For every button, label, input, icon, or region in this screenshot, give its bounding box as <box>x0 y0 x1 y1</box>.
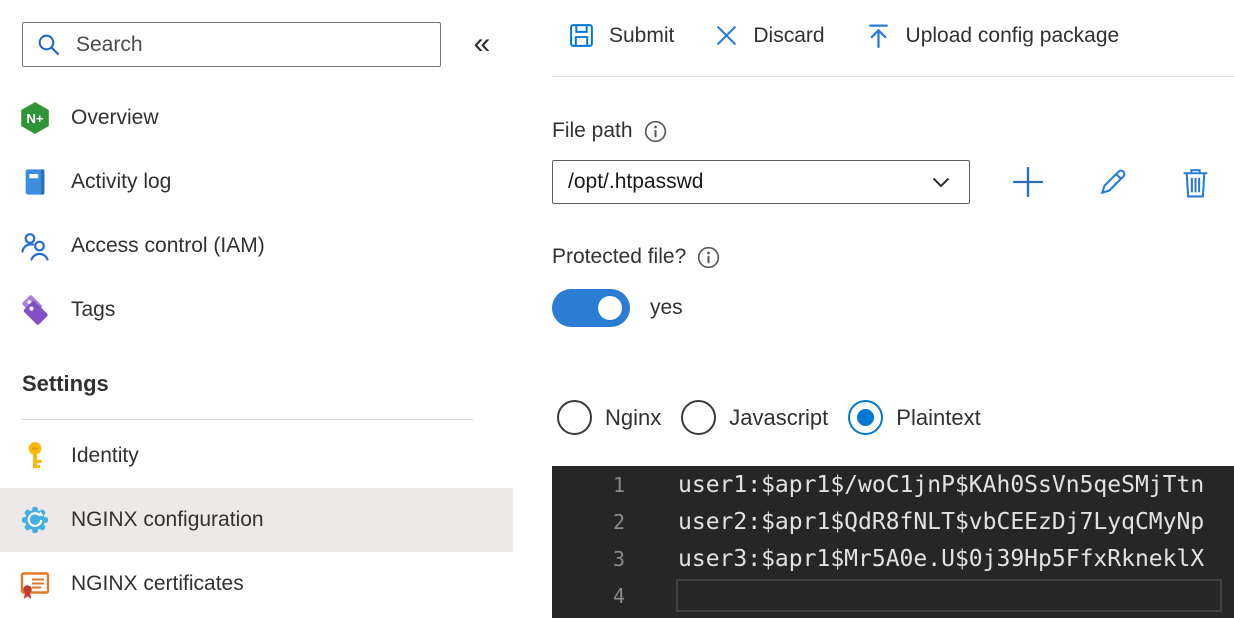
sidebar: « N+ Overview Activity log <box>0 0 513 618</box>
editor-line: 3 user3:$apr1$Mr5A0e.U$0j39Hp5FfxRkneklX <box>552 540 1234 577</box>
radio-javascript[interactable]: Javascript <box>681 400 828 435</box>
add-file-button[interactable] <box>1010 164 1046 200</box>
file-path-value: /opt/.htpasswd <box>568 170 704 193</box>
sidebar-section-settings: Settings <box>22 371 109 396</box>
line-number: 2 <box>612 509 625 534</box>
radio-circle-selected-icon <box>848 400 884 435</box>
sidebar-item-activity-log[interactable]: Activity log <box>0 150 513 214</box>
protected-file-toggle[interactable] <box>552 289 630 327</box>
radio-label: Javascript <box>729 404 829 430</box>
sidebar-item-nginx-configuration[interactable]: NGINX configuration <box>0 488 513 552</box>
syntax-radio-group: Nginx Javascript Plaintext <box>557 400 981 435</box>
sidebar-item-overview[interactable]: N+ Overview <box>0 86 513 150</box>
certificate-icon <box>18 567 52 601</box>
nginx-plus-icon: N+ <box>18 101 52 135</box>
sidebar-item-tags[interactable]: Tags <box>0 278 513 342</box>
sidebar-item-label: NGINX certificates <box>71 572 244 595</box>
search-icon <box>36 32 61 57</box>
chevron-down-icon <box>929 170 953 194</box>
collapse-sidebar-button[interactable]: « <box>464 24 500 64</box>
upload-config-package-button[interactable]: Upload config package <box>865 22 1120 49</box>
file-actions <box>1010 164 1211 200</box>
discard-label: Discard <box>753 23 825 47</box>
current-line-highlight <box>676 579 1222 612</box>
sidebar-item-access-control[interactable]: Access control (IAM) <box>0 214 513 278</box>
line-content[interactable]: user2:$apr1$QdR8fNLT$vbCEEzDj7LyqCMyNp <box>678 509 1204 535</box>
file-path-combobox[interactable]: /opt/.htpasswd <box>552 160 970 204</box>
sidebar-item-label: Activity log <box>71 170 172 193</box>
file-path-label-row: File path <box>552 119 667 143</box>
svg-text:N+: N+ <box>26 111 44 126</box>
discard-button[interactable]: Discard <box>714 23 825 48</box>
toolbar-divider <box>552 76 1234 77</box>
search-box[interactable] <box>22 22 441 67</box>
editor-line: 1 user1:$apr1$/woC1jnP$KAh0SsVn5qeSMjTtn <box>552 466 1234 503</box>
radio-circle-icon <box>557 400 592 435</box>
sidebar-item-nginx-certificates[interactable]: NGINX certificates <box>0 552 513 616</box>
submit-button[interactable]: Submit <box>568 22 674 49</box>
sidebar-item-label: Overview <box>71 106 159 129</box>
delete-file-button[interactable] <box>1180 166 1211 199</box>
sidebar-search-row <box>22 22 441 67</box>
line-content[interactable]: user3:$apr1$Mr5A0e.U$0j39Hp5FfxRkneklX <box>678 546 1204 572</box>
activity-log-icon <box>18 165 52 199</box>
file-path-label: File path <box>552 119 633 142</box>
edit-file-button[interactable] <box>1096 165 1130 199</box>
code-editor[interactable]: 1 user1:$apr1$/woC1jnP$KAh0SsVn5qeSMjTtn… <box>552 466 1234 618</box>
sidebar-item-label: NGINX configuration <box>71 508 264 531</box>
line-number: 1 <box>612 472 625 497</box>
line-number: 3 <box>612 546 625 571</box>
editor-line: 2 user2:$apr1$QdR8fNLT$vbCEEzDj7LyqCMyNp <box>552 503 1234 540</box>
toggle-knob <box>598 296 622 320</box>
info-icon[interactable] <box>644 120 667 143</box>
command-bar: Submit Discard Upload config package <box>568 22 1119 49</box>
sidebar-divider <box>22 419 473 420</box>
save-icon <box>568 22 595 49</box>
access-control-icon <box>18 229 52 263</box>
sidebar-item-label: Identity <box>71 444 139 467</box>
nginx-configuration-panel: Submit Discard Upload config package Fil… <box>552 0 1234 618</box>
line-number: 4 <box>612 583 625 608</box>
radio-label: Nginx <box>605 404 662 430</box>
radio-plaintext[interactable]: Plaintext <box>848 400 981 435</box>
sidebar-item-identity[interactable]: Identity <box>0 424 513 488</box>
tags-icon <box>18 293 52 327</box>
key-icon <box>18 439 52 473</box>
info-icon[interactable] <box>697 246 720 269</box>
dismiss-icon <box>714 23 739 48</box>
line-content[interactable]: user1:$apr1$/woC1jnP$KAh0SsVn5qeSMjTtn <box>678 472 1204 498</box>
upload-label: Upload config package <box>905 23 1120 47</box>
sidebar-item-label: Access control (IAM) <box>71 234 265 257</box>
search-input[interactable] <box>74 31 430 58</box>
radio-nginx[interactable]: Nginx <box>557 400 661 435</box>
protected-file-label-row: Protected file? <box>552 245 720 269</box>
upload-icon <box>865 22 892 49</box>
gear-icon <box>18 503 52 537</box>
file-path-row: /opt/.htpasswd <box>552 160 1211 204</box>
protected-file-label: Protected file? <box>552 245 687 268</box>
radio-label: Plaintext <box>896 404 981 430</box>
sidebar-item-label: Tags <box>71 298 116 321</box>
submit-label: Submit <box>609 23 675 47</box>
radio-circle-icon <box>681 400 717 435</box>
protected-file-toggle-row: yes <box>552 289 683 327</box>
toggle-state-label: yes <box>650 296 683 319</box>
